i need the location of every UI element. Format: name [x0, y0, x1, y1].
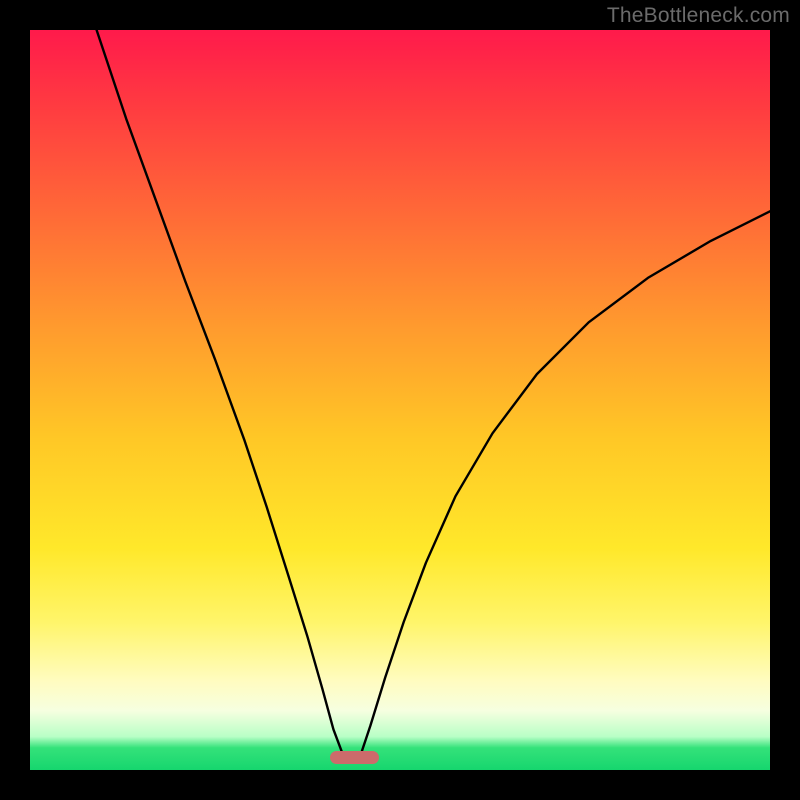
optimal-range-marker	[330, 751, 380, 764]
watermark-text: TheBottleneck.com	[607, 4, 790, 28]
bottleneck-curve	[30, 30, 770, 770]
chart-frame: TheBottleneck.com	[0, 0, 800, 800]
